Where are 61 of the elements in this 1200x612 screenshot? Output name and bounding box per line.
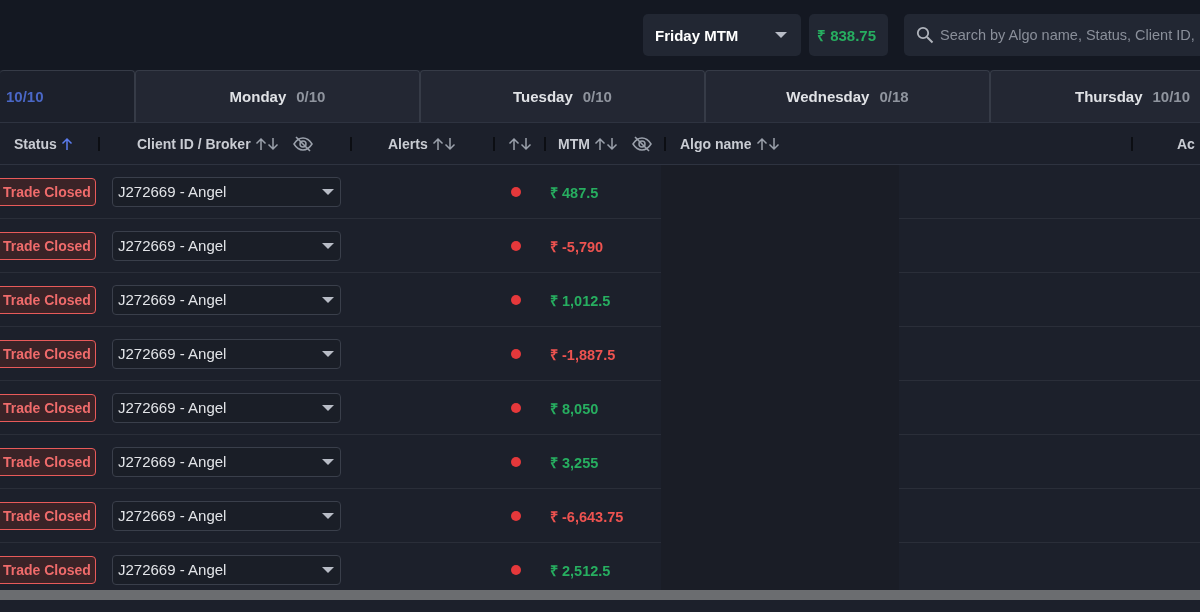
column-header[interactable]: Status [14,135,57,152]
client-dropdown[interactable]: J272669 - Angel [112,338,341,369]
column-header[interactable]: MTM [558,135,590,152]
column-header[interactable]: Algo name [680,135,752,152]
sort-up-icon[interactable] [508,136,520,151]
mtm-value: ₹ -5,790 [549,237,604,256]
caret-icon [775,32,787,38]
sort-up-icon[interactable] [755,136,768,151]
client-dropdown[interactable]: J272669 - Angel [112,446,341,477]
mtm-value: ₹ 487.5 [549,183,599,202]
status-badge: Trade Closed [0,555,96,584]
day-tab[interactable]: Monday 0/10 [135,70,420,122]
mtm-value: ₹ 2,512.5 [549,561,611,580]
caret-icon [322,350,334,357]
status-badge: Trade Closed [0,339,96,368]
search-icon [916,26,935,44]
client-dropdown[interactable]: J272669 - Angel [112,500,341,531]
caret-icon [322,188,334,195]
mtm-value: ₹ -6,643.75 [549,507,624,526]
status-badge: Trade Closed [0,501,96,530]
caret-icon [322,404,334,411]
client-dropdown[interactable]: J272669 - Angel [112,176,341,207]
mtm-value: ₹ -1,887.5 [549,345,616,364]
column-header[interactable]: Ac [1177,135,1195,152]
status-badge: Trade Closed [0,177,96,206]
client-dropdown[interactable]: J272669 - Angel [112,230,341,261]
status-badge: Trade Closed [0,231,96,260]
sort-down-icon[interactable] [443,136,456,151]
search-field[interactable]: Search by Algo name, Status, Client ID, [904,14,1200,56]
caret-icon [322,458,334,465]
caret-icon [322,242,334,249]
sort-down-icon[interactable] [520,136,532,151]
eye-slash-icon[interactable] [631,135,652,152]
client-dropdown[interactable]: J272669 - Angel [112,284,341,315]
sort-down-icon[interactable] [767,136,780,151]
column-header[interactable]: Alerts [388,135,428,152]
caret-icon [322,566,334,573]
status-badge: Trade Closed [0,393,96,422]
status-badge: Trade Closed [0,285,96,314]
mtm-value: ₹ 8,050 [549,399,599,418]
day-tab[interactable]: Wednesday 0/18 [705,70,990,122]
caret-icon [322,296,334,303]
sort-up-icon[interactable] [593,136,606,151]
sort-up-icon[interactable] [60,136,73,151]
mtm-value: ₹ 1,012.5 [549,291,611,310]
sort-down-icon[interactable] [266,136,279,151]
sort-down-icon[interactable] [605,136,618,151]
scrollbar[interactable] [0,590,1200,600]
client-dropdown[interactable]: J272669 - Angel [112,392,341,423]
eye-slash-icon[interactable] [292,135,313,152]
day-tab[interactable]: Tuesday 0/10 [420,70,705,122]
day-tab[interactable]: Thursday 10/10 [990,70,1200,122]
sort-up-icon[interactable] [254,136,267,151]
caret-icon [322,512,334,519]
column-header[interactable]: Client ID / Broker [137,135,251,152]
sort-up-icon[interactable] [431,136,444,151]
total-mtm-field: ₹ 838.75 [809,14,889,56]
status-badge: Trade Closed [0,447,96,476]
mtm-value: ₹ 3,255 [549,453,599,472]
client-dropdown[interactable]: J272669 - Angel [112,554,341,585]
mtm-dropdown[interactable]: Friday MTM [643,14,801,56]
